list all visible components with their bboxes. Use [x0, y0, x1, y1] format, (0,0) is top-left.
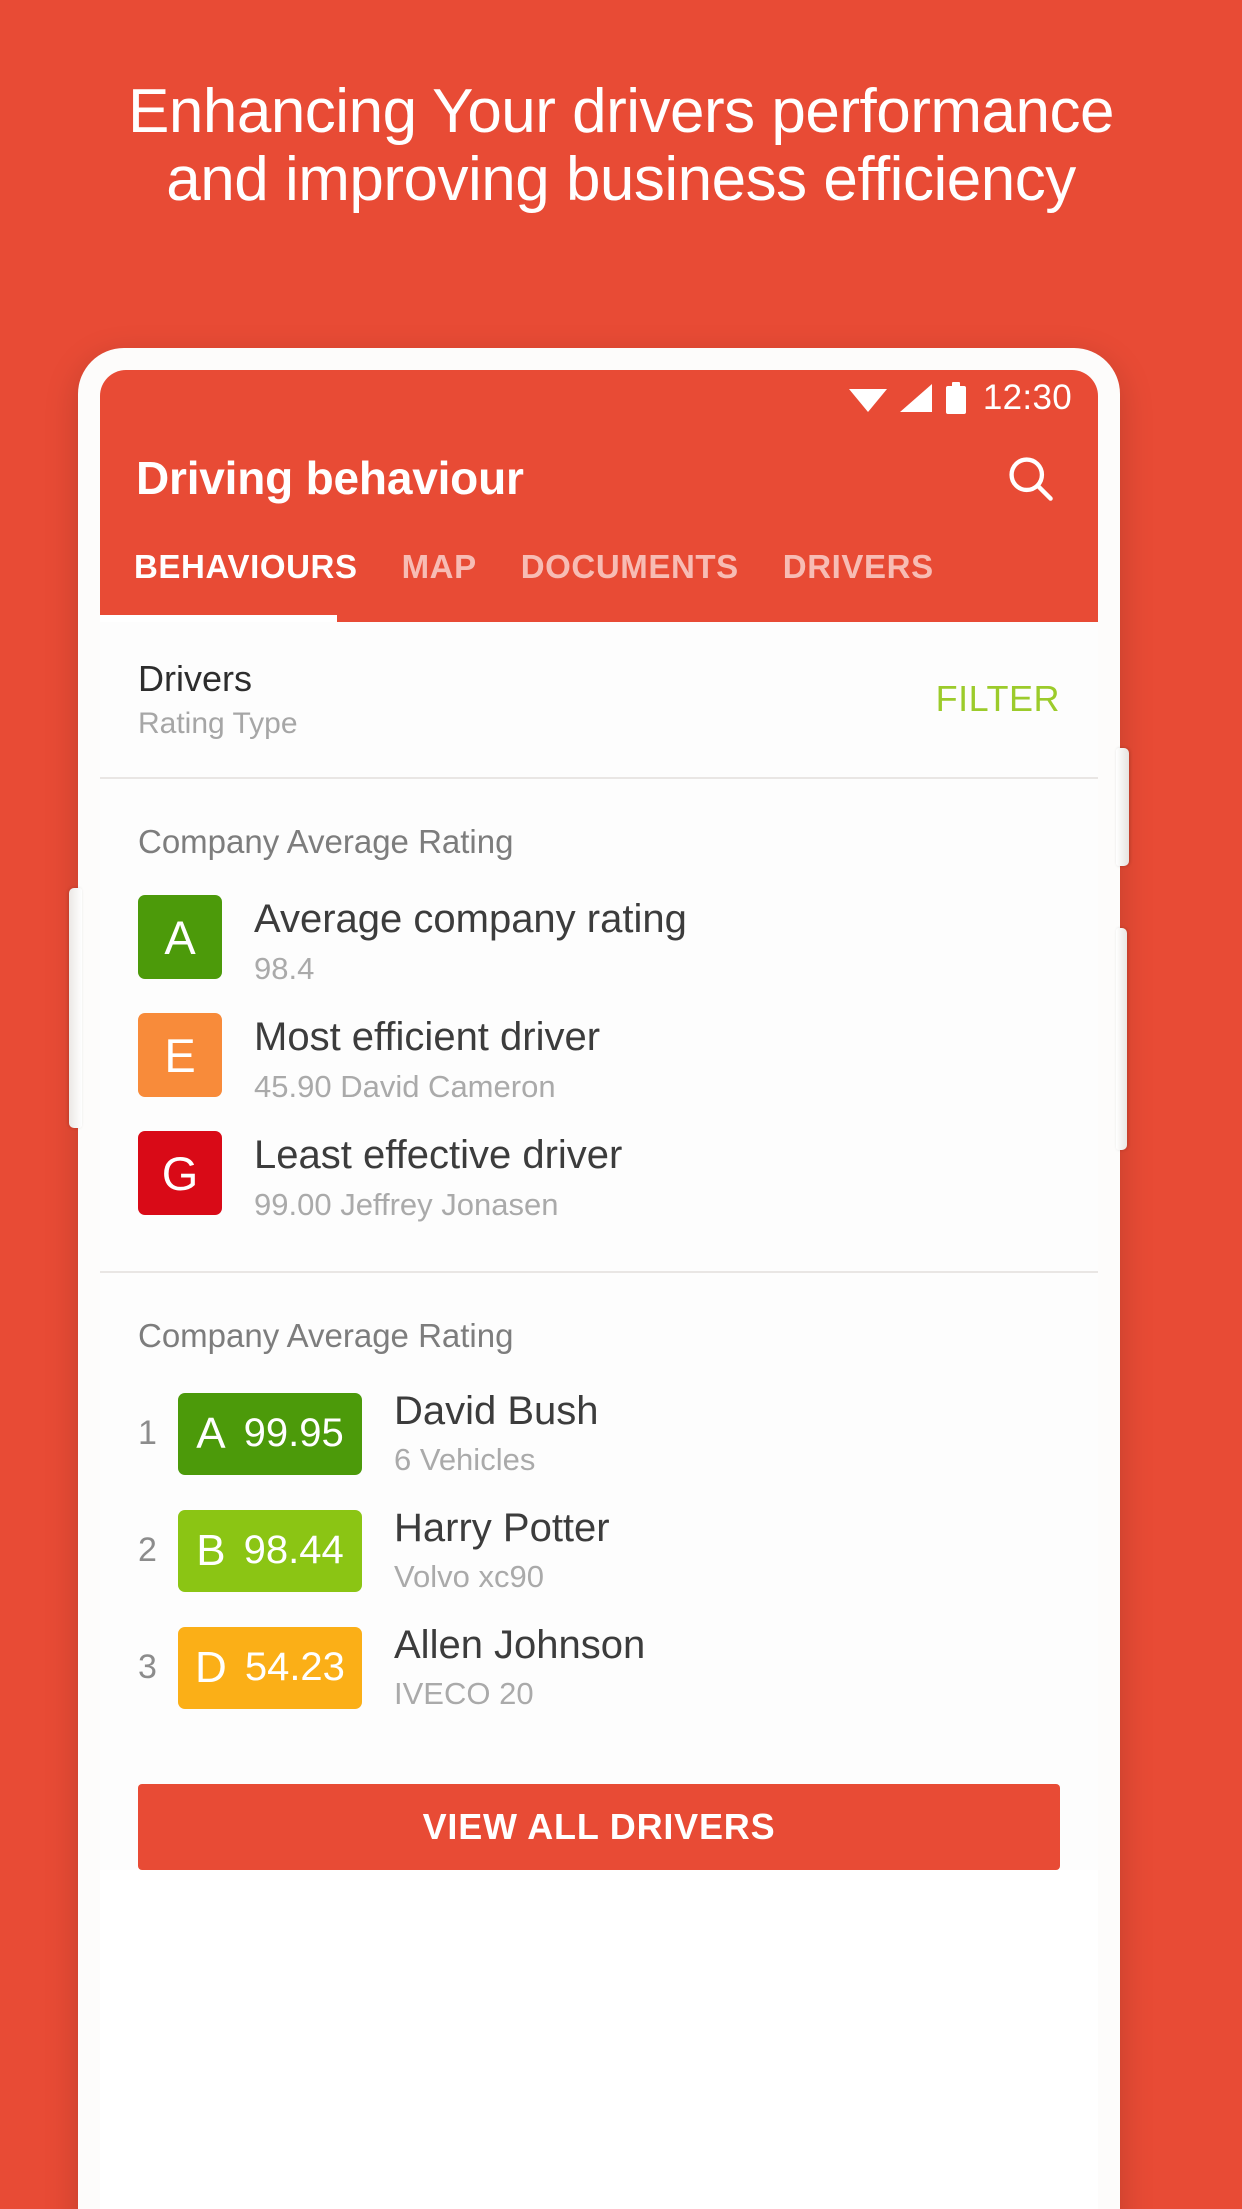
score-badge-value: 54.23	[244, 1645, 345, 1689]
list-item-title: Average company rating	[254, 897, 687, 941]
rank-number: 3	[138, 1648, 157, 1686]
score-badge: B 98.44	[178, 1509, 362, 1592]
left-side-button[interactable]	[69, 888, 82, 1128]
rank-number: 1	[138, 1414, 157, 1452]
table-row-text: David Bush 6 Vehicles	[394, 1389, 599, 1478]
filter-title: Drivers	[138, 658, 252, 699]
list-item[interactable]: A Average company rating 98.4	[138, 895, 1060, 987]
power-button[interactable]	[1116, 748, 1129, 866]
phone-frame: 12:30 Driving behaviour BEHAVIOURS MAP D…	[69, 348, 1129, 2209]
promo-headline: Enhancing Your drivers performance and i…	[128, 77, 1114, 214]
table-row[interactable]: 2 B 98.44 Harry Potter Volvo xc90	[138, 1506, 1060, 1595]
tab-active-indicator	[100, 615, 337, 622]
list-item-text: Average company rating 98.4	[254, 895, 687, 987]
summary-section: Company Average Rating A Average company…	[100, 779, 1098, 1271]
filter-row-labels: Drivers Rating Type	[138, 656, 298, 741]
summary-section-title: Company Average Rating	[138, 823, 514, 860]
table-row[interactable]: 3 D 54.23 Allen Johnson IVECO 20	[138, 1623, 1060, 1712]
search-icon[interactable]	[998, 446, 1062, 510]
score-badge: A 99.95	[178, 1392, 362, 1475]
ranking-card: Company Average Rating 1 A 99.95 David B…	[100, 1273, 1098, 1870]
filter-subtitle: Rating Type	[138, 707, 298, 740]
tab-bar: BEHAVIOURS MAP DOCUMENTS DRIVERS	[100, 530, 1098, 622]
filter-card: Drivers Rating Type FILTER	[100, 622, 1098, 777]
table-row-text: Allen Johnson IVECO 20	[394, 1623, 645, 1712]
wifi-icon	[848, 385, 887, 412]
tab-behaviours[interactable]: BEHAVIOURS	[134, 548, 380, 586]
driver-name: David Bush	[394, 1389, 599, 1433]
driver-subtitle: 6 Vehicles	[394, 1442, 536, 1477]
grade-badge: G	[138, 1131, 222, 1215]
score-badge-value: 99.95	[243, 1411, 344, 1455]
table-row-text: Harry Potter Volvo xc90	[394, 1506, 610, 1595]
list-item-text: Most efficient driver 45.90 David Camero…	[254, 1013, 600, 1105]
score-badge: D 54.23	[178, 1626, 362, 1709]
tab-documents[interactable]: DOCUMENTS	[499, 548, 761, 586]
view-all-drivers-button[interactable]: VIEW ALL DRIVERS	[138, 1784, 1060, 1870]
score-badge-grade: D	[195, 1642, 227, 1692]
driver-name: Allen Johnson	[394, 1623, 646, 1667]
promo-screenshot: Enhancing Your drivers performance and i…	[0, 0, 1242, 2209]
list-item-subtitle: 99.00 Jeffrey Jonasen	[254, 1187, 559, 1222]
filter-row: Drivers Rating Type FILTER	[100, 622, 1098, 777]
content-sheet: Drivers Rating Type FILTER Company Avera…	[100, 622, 1098, 1870]
volume-button[interactable]	[1116, 928, 1127, 1150]
phone-screen: 12:30 Driving behaviour BEHAVIOURS MAP D…	[100, 370, 1098, 2209]
summary-card: Company Average Rating A Average company…	[100, 779, 1098, 1271]
table-row[interactable]: 1 A 99.95 David Bush 6 Vehicles	[138, 1389, 1060, 1478]
list-item-title: Most efficient driver	[254, 1015, 601, 1059]
rank-number: 2	[138, 1531, 157, 1569]
score-badge-grade: B	[196, 1525, 226, 1575]
grade-badge: E	[138, 1013, 222, 1097]
driver-subtitle: IVECO 20	[394, 1676, 534, 1711]
list-item-subtitle: 45.90 David Cameron	[254, 1069, 556, 1104]
score-badge-value: 98.44	[243, 1528, 344, 1572]
grade-badge: A	[138, 895, 222, 979]
list-item-subtitle: 98.4	[254, 951, 315, 986]
driver-subtitle: Volvo xc90	[394, 1559, 544, 1594]
status-clock: 12:30	[982, 378, 1072, 417]
score-badge-grade: A	[196, 1408, 226, 1458]
ranking-section-title: Company Average Rating	[138, 1317, 514, 1354]
list-item-title: Least effective driver	[254, 1133, 623, 1177]
app-bar: Driving behaviour	[100, 426, 1098, 530]
page-title: Driving behaviour	[136, 452, 524, 504]
filter-button[interactable]: FILTER	[936, 678, 1060, 720]
driver-name: Harry Potter	[394, 1506, 610, 1550]
status-bar: 12:30	[100, 370, 1098, 426]
battery-icon	[945, 382, 966, 414]
list-item[interactable]: G Least effective driver 99.00 Jeffrey J…	[138, 1131, 1060, 1223]
tab-drivers[interactable]: DRIVERS	[761, 548, 956, 586]
list-item-text: Least effective driver 99.00 Jeffrey Jon…	[254, 1131, 622, 1223]
tab-map[interactable]: MAP	[380, 548, 499, 586]
signal-icon	[899, 384, 933, 412]
list-item[interactable]: E Most efficient driver 45.90 David Came…	[138, 1013, 1060, 1105]
ranking-section: Company Average Rating 1 A 99.95 David B…	[100, 1273, 1098, 1770]
